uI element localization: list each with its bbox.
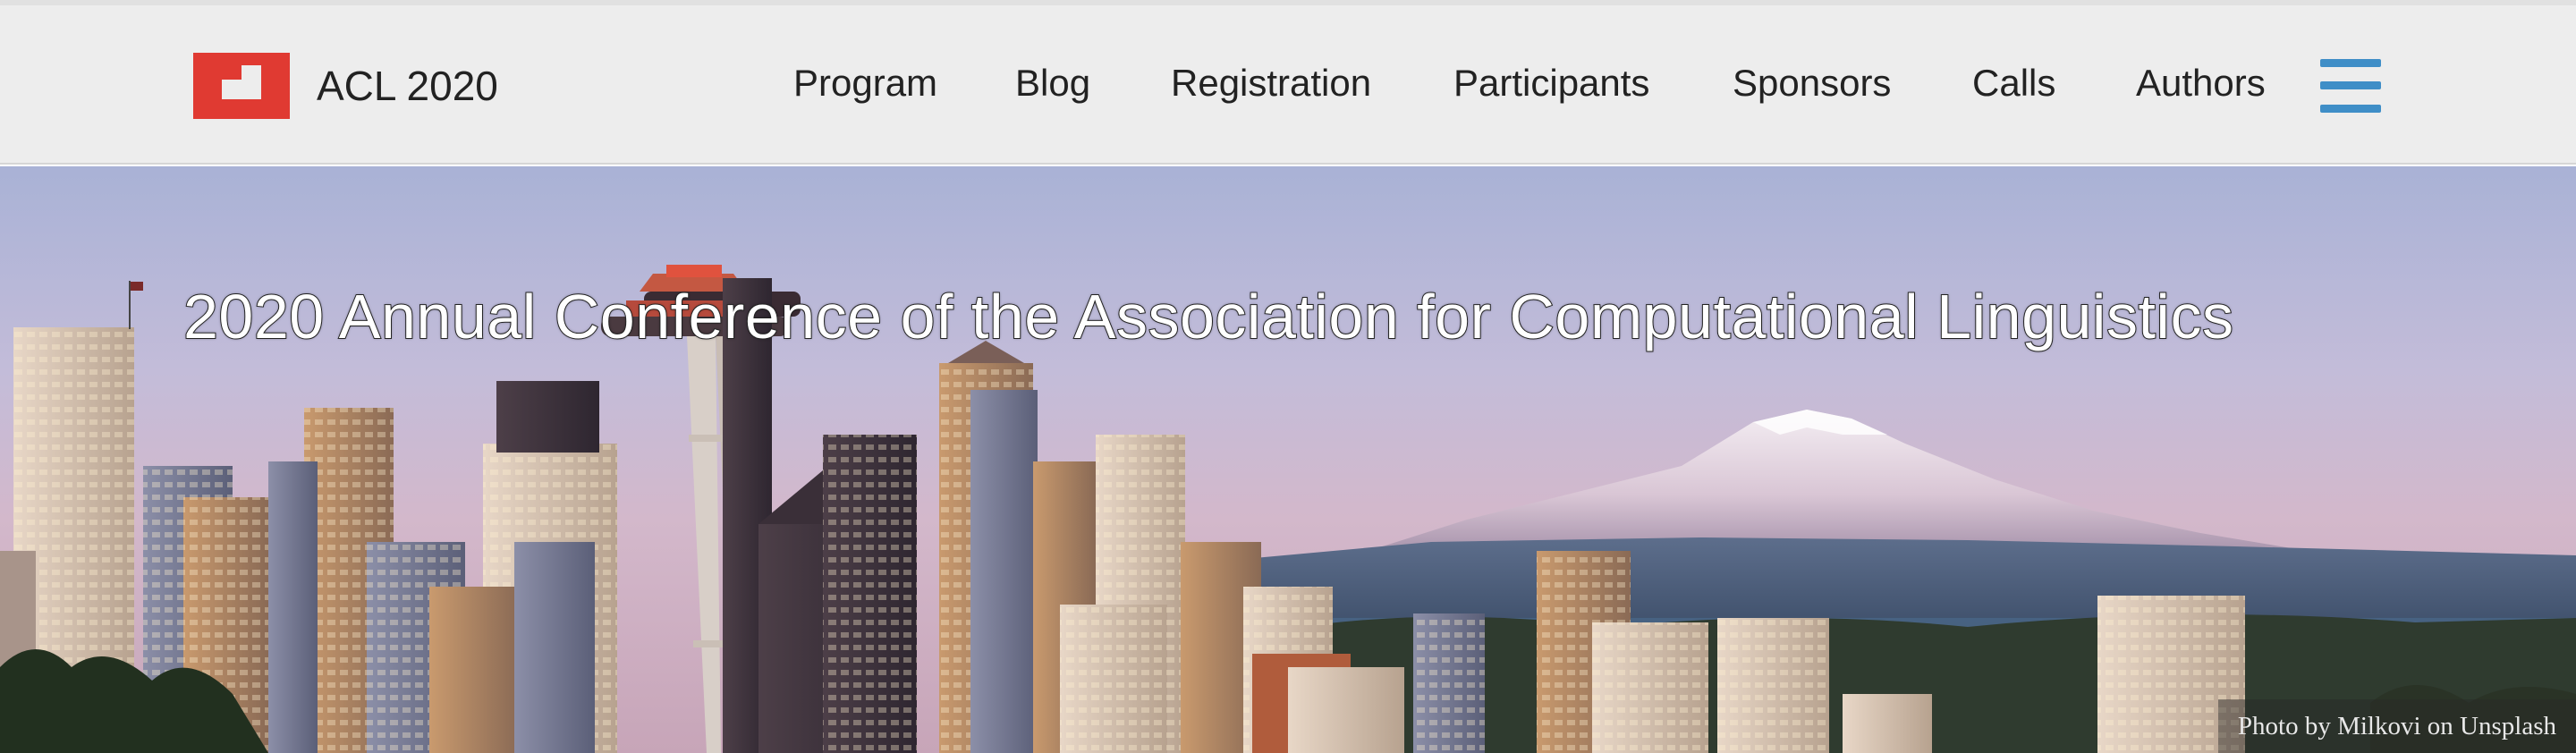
nav-participants[interactable]: Participants (1453, 62, 1649, 104)
main-nav: Program Blog Registration Participants S… (0, 5, 2576, 165)
nav-authors[interactable]: Authors (2136, 62, 2266, 104)
hero-banner: 2020 Annual Conference of the Associatio… (0, 166, 2576, 753)
nav-program[interactable]: Program (793, 62, 937, 104)
hero-title: 2020 Annual Conference of the Associatio… (182, 281, 2234, 352)
nav-registration[interactable]: Registration (1171, 62, 1371, 104)
nav-calls[interactable]: Calls (1972, 62, 2055, 104)
hamburger-menu-icon[interactable] (2320, 59, 2381, 113)
nav-blog[interactable]: Blog (1015, 62, 1090, 104)
seattle-skyline-image (0, 166, 2576, 753)
nav-sponsors[interactable]: Sponsors (1733, 62, 1891, 104)
photo-credit[interactable]: Photo by Milkovi on Unsplash (2217, 699, 2576, 753)
site-header: ACL 2020 Program Blog Registration Parti… (0, 5, 2576, 165)
